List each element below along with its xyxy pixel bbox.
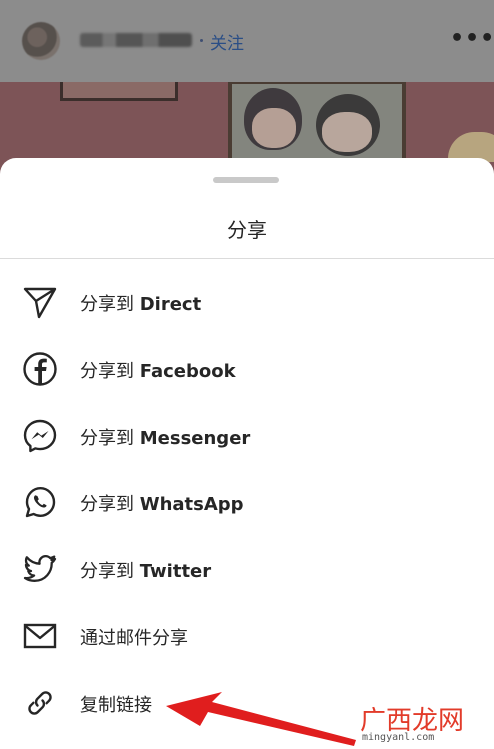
post-header: 关注 •••	[0, 0, 494, 82]
share-email-row[interactable]: 通过邮件分享	[0, 604, 494, 670]
cartoon-character-boy-face	[252, 108, 296, 148]
red-arrow-annotation	[166, 692, 356, 746]
share-messenger-row[interactable]: 分享到 Messenger	[0, 404, 494, 470]
messenger-icon	[22, 418, 58, 454]
share-whatsapp-row[interactable]: 分享到 WhatsApp	[0, 470, 494, 536]
twitter-icon	[22, 551, 58, 587]
share-facebook-label: 分享到 Facebook	[80, 361, 236, 382]
copy-link-label: 复制链接	[80, 695, 152, 716]
separator-dot	[200, 39, 203, 42]
cartoon-character-girl-face	[322, 112, 372, 152]
share-sheet: 分享 分享到 Direct 分享到 Facebook 分享到 Messenger…	[0, 158, 494, 749]
whatsapp-icon	[22, 484, 58, 520]
sheet-drag-handle[interactable]	[213, 177, 279, 183]
share-facebook-row[interactable]: 分享到 Facebook	[0, 337, 494, 403]
share-messenger-label: 分享到 Messenger	[80, 428, 251, 449]
follow-button[interactable]: 关注	[210, 29, 244, 54]
watermark: 广西龙网 mingyanl.com	[360, 700, 490, 745]
send-icon	[22, 284, 58, 320]
more-options-icon[interactable]: •••	[450, 26, 494, 51]
avatar[interactable]	[22, 22, 60, 60]
divider	[0, 258, 494, 259]
share-whatsapp-label: 分享到 WhatsApp	[80, 494, 244, 515]
share-direct-label: 分享到 Direct	[80, 294, 202, 315]
share-direct-row[interactable]: 分享到 Direct	[0, 270, 494, 336]
share-twitter-label: 分享到 Twitter	[80, 561, 212, 582]
facebook-icon	[22, 351, 58, 387]
link-icon	[22, 685, 58, 721]
sheet-title: 分享	[227, 218, 267, 242]
share-email-label: 通过邮件分享	[80, 628, 188, 649]
watermark-url: mingyanl.com	[362, 732, 435, 743]
picture-frame-left	[60, 82, 178, 101]
username-blurred[interactable]	[80, 33, 192, 47]
share-twitter-row[interactable]: 分享到 Twitter	[0, 537, 494, 603]
mail-icon	[22, 618, 58, 654]
